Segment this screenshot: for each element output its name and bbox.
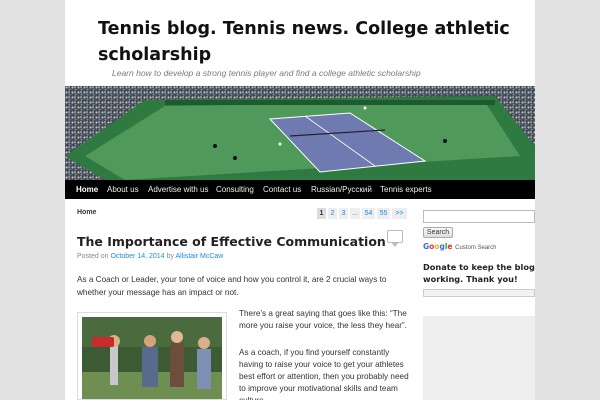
search-button[interactable]: Search (423, 227, 453, 238)
post-paragraph: As a coach, if you find yourself constan… (239, 348, 409, 400)
header-banner-image (65, 86, 535, 180)
page-link[interactable]: 3 (339, 208, 348, 219)
comment-bubble-icon[interactable] (387, 230, 403, 247)
google-custom-search-badge: Google Custom Search (423, 242, 497, 251)
tennis-stadium-illustration (65, 86, 535, 180)
post-author-link[interactable]: Allistair McCaw (176, 253, 224, 260)
breadcrumb[interactable]: Home (77, 209, 96, 216)
main-navigation: Home About us Advertise with us Consulti… (65, 180, 535, 199)
nav-item-russian[interactable]: Russian/Русский (311, 180, 372, 199)
custom-search-label: Custom Search (455, 245, 497, 251)
meta-prefix: Posted on (77, 253, 109, 260)
nav-item-contact-us[interactable]: Contact us (263, 180, 301, 199)
nav-item-tennis-experts[interactable]: Tennis experts (380, 180, 432, 199)
post-paragraph: There’s a great saying that goes like th… (239, 309, 407, 330)
page-next[interactable]: >> (392, 208, 407, 219)
site-title[interactable]: Tennis blog. Tennis news. College athlet… (98, 16, 518, 68)
nav-item-consulting[interactable]: Consulting (216, 180, 254, 199)
meta-by: by (166, 253, 174, 260)
nav-item-advertise[interactable]: Advertise with us (148, 180, 208, 199)
site-description: Learn how to develop a strong tennis pla… (112, 68, 421, 78)
page-container: Tennis blog. Tennis news. College athlet… (65, 0, 535, 400)
post-date-link[interactable]: October 14, 2014 (110, 253, 164, 260)
post-title[interactable]: The Importance of Effective Communicatio… (77, 234, 386, 249)
page-link[interactable]: 55 (377, 208, 390, 219)
page-link[interactable]: 2 (328, 208, 337, 219)
post-intro: As a Coach or Leader, your tone of voice… (77, 275, 387, 297)
search-input[interactable] (423, 210, 535, 223)
google-logo: Google (423, 242, 453, 251)
nav-item-home[interactable]: Home (76, 180, 98, 199)
donate-heading: Donate to keep the blog working. Thank y… (423, 262, 535, 284)
page-link[interactable]: 54 (362, 208, 375, 219)
page-ellipsis: ... (350, 208, 360, 219)
sidebar-ad-placeholder (423, 316, 535, 400)
post-meta: Posted on October 14, 2014 by Allistair … (77, 253, 223, 260)
nav-item-about-us[interactable]: About us (107, 180, 139, 199)
post-image[interactable] (77, 312, 227, 400)
donate-widget[interactable] (423, 289, 535, 297)
page-current: 1 (317, 208, 326, 219)
coach-photo-illustration (82, 317, 222, 399)
